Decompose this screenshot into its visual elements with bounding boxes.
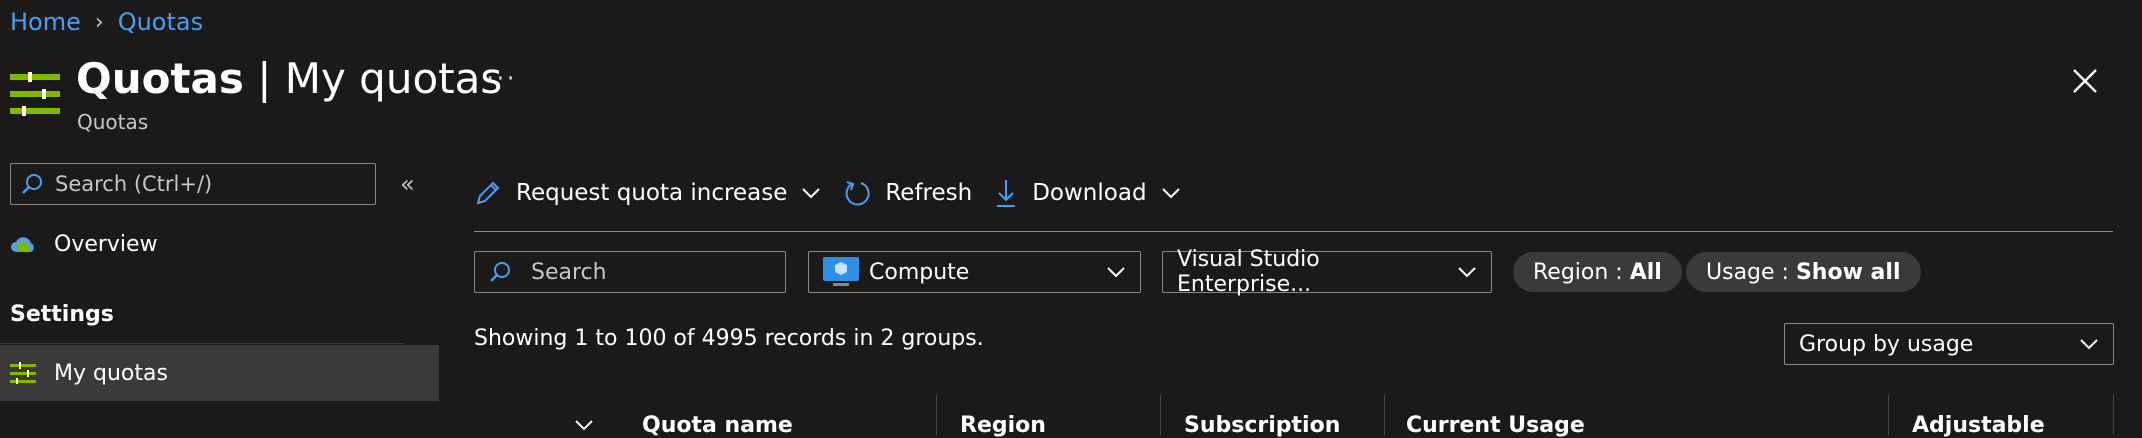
command-bar: Request quota increase Refresh Download [474,178,1203,208]
column-header-current-usage[interactable]: Current Usage [1406,413,1585,438]
column-divider [1384,395,1385,435]
quota-search[interactable] [474,251,786,293]
chevron-right-icon: › [94,9,104,35]
sidebar-divider [0,343,404,344]
column-divider [1888,395,1889,435]
refresh-button[interactable]: Refresh [843,179,972,207]
chevron-down-icon [1106,266,1126,278]
download-icon [994,178,1018,208]
column-divider [1160,395,1161,435]
quota-search-input[interactable] [529,258,773,286]
settings-section-heading: Settings [10,302,114,327]
more-options-button[interactable]: ··· [486,64,517,94]
usage-filter-pill[interactable]: Usage : Show all [1686,252,1921,292]
sidebar-item-my-quotas[interactable]: My quotas [0,345,439,401]
pencil-icon [474,179,502,207]
region-filter-pill[interactable]: Region : All [1513,252,1682,292]
refresh-icon [843,179,871,207]
breadcrumb-home-link[interactable]: Home [10,8,81,36]
column-header-quota-name[interactable]: Quota name [642,413,793,438]
chevron-down-icon [1457,266,1477,278]
search-icon [489,261,511,283]
sidebar-item-label: My quotas [54,360,168,386]
column-header-adjustable[interactable]: Adjustable [1912,413,2045,438]
collapse-sidebar-button[interactable]: « [400,170,415,198]
download-button[interactable]: Download [994,178,1180,208]
column-header-subscription[interactable]: Subscription [1184,413,1340,438]
page-title: Quotas | My quotas [76,54,503,103]
records-summary: Showing 1 to 100 of 4995 records in 2 gr… [474,326,984,351]
chevron-down-icon [801,187,821,199]
expand-all-icon[interactable] [574,419,594,431]
sidebar-item-label: Overview [54,232,158,257]
toolbar-divider [474,231,2113,232]
sidebar-search-input[interactable] [53,171,357,197]
quotas-icon [10,362,36,384]
sidebar-search[interactable] [10,163,376,205]
table-header: Quota name Region Subscription Current U… [474,395,2114,438]
search-icon [21,173,43,195]
column-divider [936,395,937,435]
close-icon[interactable] [2070,66,2100,96]
subscription-dropdown[interactable]: Visual Studio Enterprise... [1162,247,1492,297]
request-quota-increase-button[interactable]: Request quota increase [474,179,821,207]
breadcrumb: Home › Quotas [10,8,203,36]
compute-icon [823,257,859,287]
cloud-icon [10,234,36,256]
breadcrumb-quotas-link[interactable]: Quotas [118,8,203,36]
group-by-dropdown[interactable]: Group by usage [1784,323,2114,365]
quotas-icon [10,72,60,116]
provider-dropdown[interactable]: Compute [808,251,1141,293]
sidebar-item-overview[interactable]: Overview [10,232,158,257]
column-header-region[interactable]: Region [960,413,1046,438]
chevron-down-icon [2079,338,2099,350]
chevron-down-icon [1161,187,1181,199]
page-subtitle: Quotas [77,110,149,134]
column-divider [2113,395,2114,435]
